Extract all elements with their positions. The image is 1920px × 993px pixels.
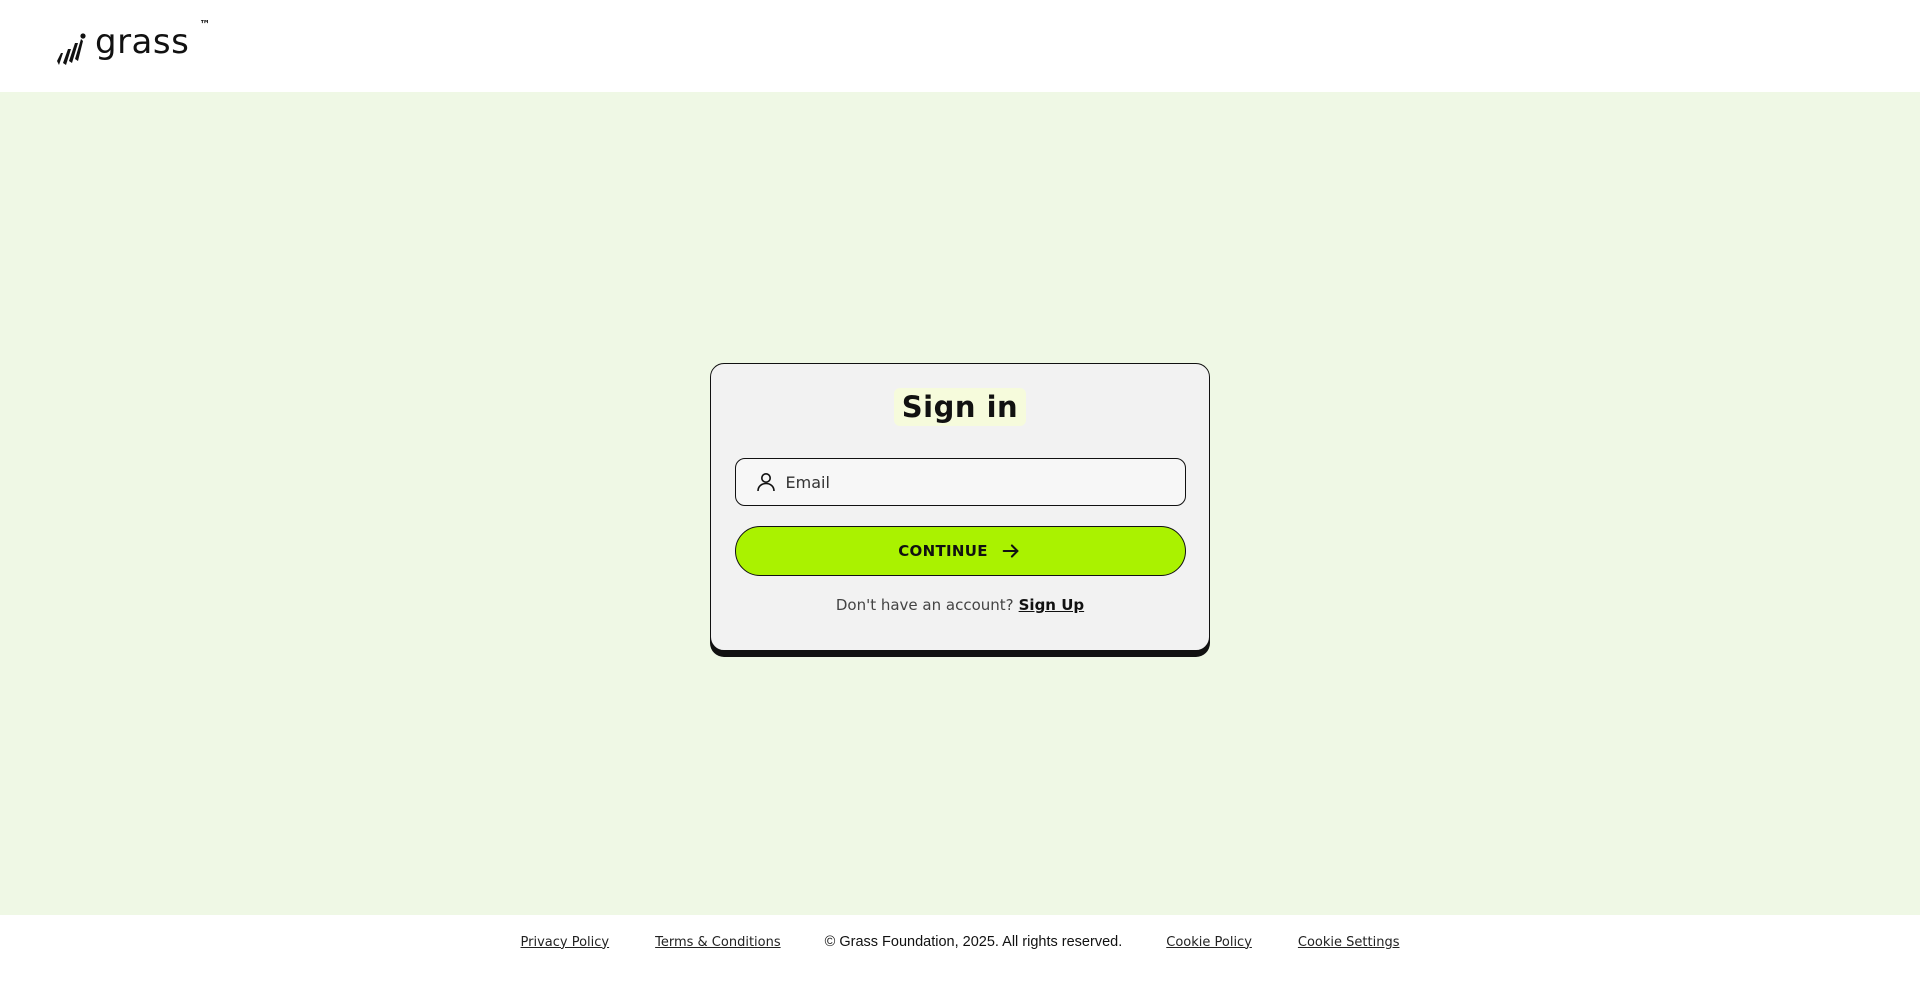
top-header: grass ™ [0,0,1920,92]
footer-links: Privacy Policy Terms & Conditions © Gras… [521,934,1400,950]
logo-trademark: ™ [199,17,211,31]
signin-title: Sign in [893,388,1027,426]
logo-wordmark: grass [95,22,190,62]
terms-conditions-link[interactable]: Terms & Conditions [655,935,781,950]
cookie-settings-link[interactable]: Cookie Settings [1298,935,1400,950]
no-account-text: Don't have an account? [835,596,1014,614]
user-icon [756,473,775,492]
signup-link[interactable]: Sign Up [1019,596,1085,614]
privacy-policy-link[interactable]: Privacy Policy [521,935,610,950]
footer: Privacy Policy Terms & Conditions © Gras… [0,915,1920,993]
email-input[interactable] [785,459,1185,505]
signup-prompt: Don't have an account? Sign Up [836,596,1084,614]
arrow-right-icon [1002,544,1019,558]
grass-logo-icon [57,33,86,65]
continue-label: CONTINUE [898,542,988,560]
grass-logo-link[interactable]: grass ™ [55,18,210,67]
main-area: Sign in CONTINUE Don't have an account? … [0,92,1920,915]
continue-button[interactable]: CONTINUE [734,526,1186,576]
copyright-text: © Grass Foundation, 2025. All rights res… [824,934,1123,950]
email-field[interactable] [734,458,1186,506]
signin-card: Sign in CONTINUE Don't have an account? … [710,363,1210,651]
cookie-policy-link[interactable]: Cookie Policy [1166,935,1252,950]
